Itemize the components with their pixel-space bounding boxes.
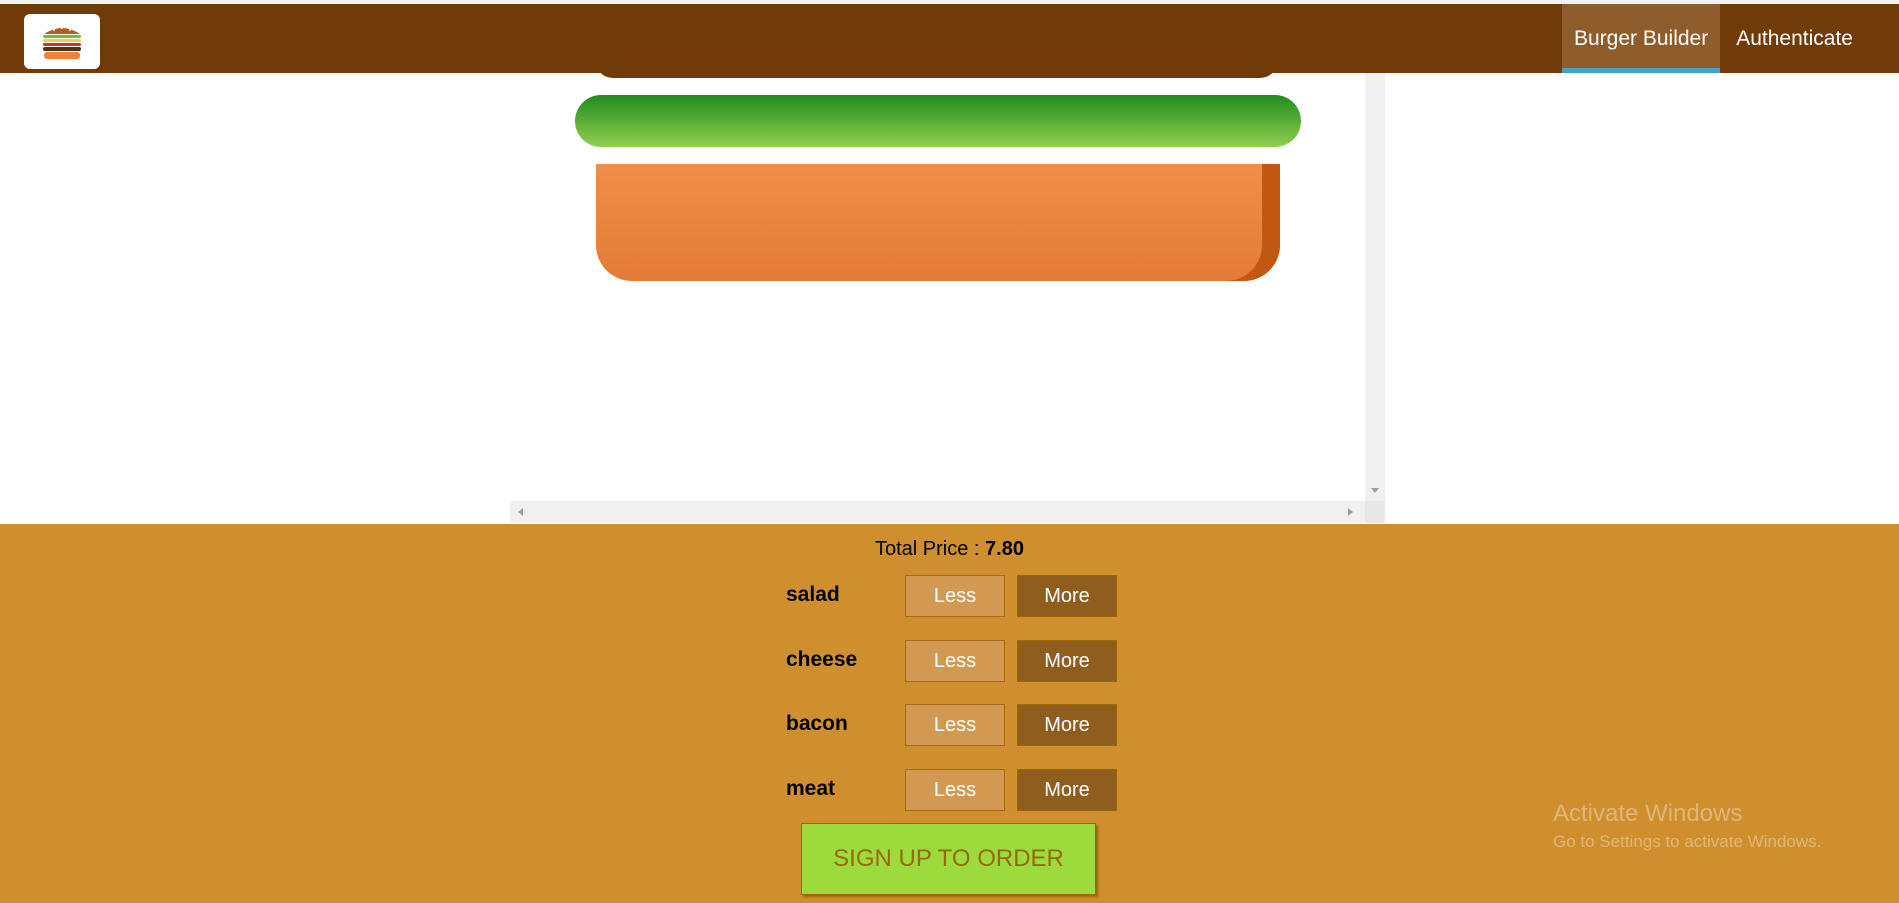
horizontal-scrollbar[interactable]: [510, 501, 1385, 523]
salad-layer: [575, 95, 1301, 147]
ingredient-label: cheese: [786, 648, 858, 671]
ingredient-label: bacon: [786, 712, 848, 735]
burger-logo-graphic: [43, 27, 81, 59]
less-meat-button[interactable]: Less: [905, 769, 1005, 811]
more-bacon-button[interactable]: More: [1017, 704, 1117, 746]
scroll-right-icon[interactable]: [1348, 508, 1353, 516]
burger-preview: [510, 73, 1385, 523]
scroll-down-icon[interactable]: [1371, 488, 1379, 493]
more-salad-button[interactable]: More: [1017, 575, 1117, 617]
price-label: Total Price :: [875, 538, 980, 560]
bun-bottom: [596, 164, 1280, 281]
control-row-salad: salad Less More: [786, 575, 1117, 617]
sign-up-to-order-button[interactable]: SIGN UP TO ORDER: [801, 823, 1096, 895]
main-nav: Burger Builder Authenticate: [1562, 4, 1899, 73]
ingredient-label: meat: [786, 777, 836, 800]
toolbar: Burger Builder Authenticate: [0, 0, 1899, 73]
bun-top: [595, 73, 1278, 78]
total-price: Total Price : 7.80: [0, 538, 1899, 561]
price-value: 7.80: [985, 538, 1024, 560]
vertical-scrollbar[interactable]: [1365, 73, 1385, 523]
less-salad-button[interactable]: Less: [905, 575, 1005, 617]
control-row-cheese: cheese Less More: [786, 640, 1117, 682]
watermark-title: Activate Windows: [1553, 800, 1743, 827]
nav-burger-builder[interactable]: Burger Builder: [1562, 4, 1721, 73]
control-row-meat: meat Less More: [786, 769, 1117, 811]
nav-authenticate[interactable]: Authenticate: [1724, 4, 1865, 73]
scroll-left-icon[interactable]: [518, 508, 523, 516]
less-cheese-button[interactable]: Less: [905, 640, 1005, 682]
more-meat-button[interactable]: More: [1017, 769, 1117, 811]
burger-logo-icon[interactable]: [24, 14, 100, 69]
activate-windows-watermark: Activate Windows Go to Settings to activ…: [1553, 800, 1821, 852]
scrollbar-corner: [1365, 501, 1385, 523]
control-row-bacon: bacon Less More: [786, 704, 1117, 746]
more-cheese-button[interactable]: More: [1017, 640, 1117, 682]
ingredient-label: salad: [786, 583, 840, 606]
less-bacon-button[interactable]: Less: [905, 704, 1005, 746]
watermark-subtitle: Go to Settings to activate Windows.: [1553, 832, 1822, 851]
